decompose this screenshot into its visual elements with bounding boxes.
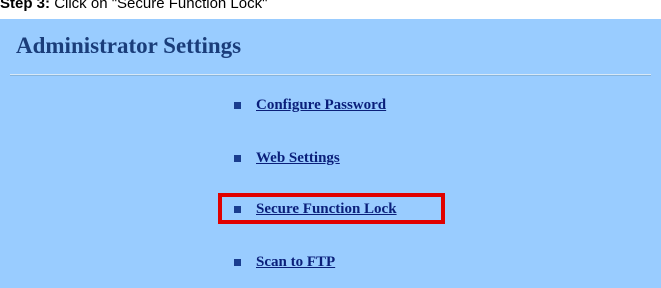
scan-to-ftp-link[interactable]: Scan to FTP (256, 254, 335, 271)
menu-item-web-settings[interactable]: Web Settings (234, 146, 340, 170)
step-label: Step 3: (0, 0, 51, 12)
page-title: Administrator Settings (16, 33, 242, 58)
configure-password-link[interactable]: Configure Password (256, 97, 386, 114)
title-divider (10, 74, 651, 76)
bullet-icon (234, 258, 241, 266)
step-caption: Step 3: Click on "Secure Function Lock" (0, 0, 267, 15)
bullet-icon (234, 154, 241, 162)
menu-item-scan-to-ftp[interactable]: Scan to FTP (234, 250, 335, 274)
web-settings-link[interactable]: Web Settings (256, 150, 340, 167)
menu-item-configure-password[interactable]: Configure Password (234, 93, 386, 117)
administrator-settings-panel: Administrator Settings Configure Passwor… (0, 19, 661, 288)
step-instruction: Click on "Secure Function Lock" (54, 0, 268, 12)
highlight-box (218, 193, 445, 224)
bullet-icon (234, 101, 241, 109)
